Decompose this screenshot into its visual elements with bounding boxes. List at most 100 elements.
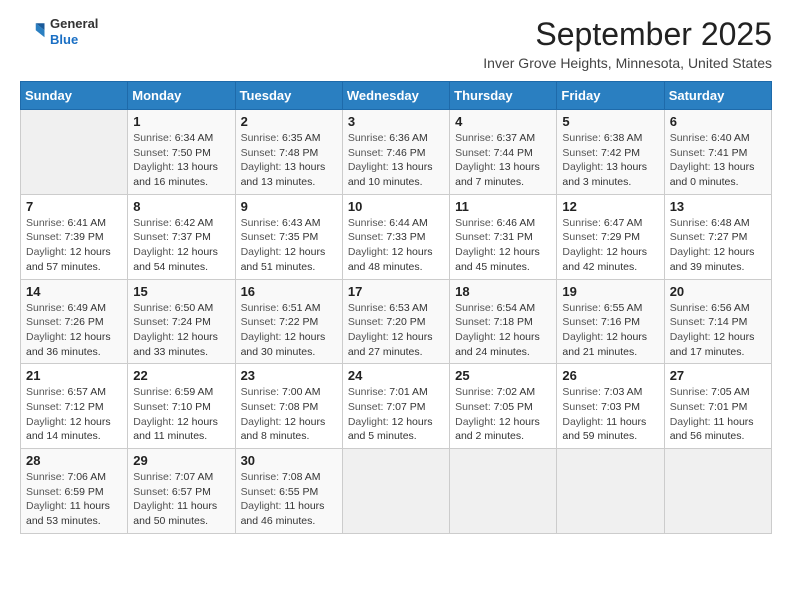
day-number: 27: [670, 368, 766, 383]
calendar-cell: 19 Sunrise: 6:55 AMSunset: 7:16 PMDayligh…: [557, 279, 664, 364]
day-info: Sunrise: 6:36 AMSunset: 7:46 PMDaylight:…: [348, 131, 444, 190]
calendar-cell: 25 Sunrise: 7:02 AMSunset: 7:05 PMDayligh…: [450, 364, 557, 449]
day-info: Sunrise: 7:01 AMSunset: 7:07 PMDaylight:…: [348, 385, 444, 444]
calendar-cell: 28 Sunrise: 7:06 AMSunset: 6:59 PMDayligh…: [21, 449, 128, 534]
day-info: Sunrise: 6:48 AMSunset: 7:27 PMDaylight:…: [670, 216, 766, 275]
calendar-cell: 29 Sunrise: 7:07 AMSunset: 6:57 PMDayligh…: [128, 449, 235, 534]
calendar-cell: 11 Sunrise: 6:46 AMSunset: 7:31 PMDayligh…: [450, 194, 557, 279]
calendar-cell: 12 Sunrise: 6:47 AMSunset: 7:29 PMDayligh…: [557, 194, 664, 279]
day-info: Sunrise: 6:56 AMSunset: 7:14 PMDaylight:…: [670, 301, 766, 360]
subtitle: Inver Grove Heights, Minnesota, United S…: [483, 55, 772, 71]
calendar-cell: 23 Sunrise: 7:00 AMSunset: 7:08 PMDayligh…: [235, 364, 342, 449]
day-number: 18: [455, 284, 551, 299]
title-block: September 2025 Inver Grove Heights, Minn…: [483, 16, 772, 71]
calendar-cell: 10Sunrise: 6:44 AMSunset: 7:33 PMDayligh…: [342, 194, 449, 279]
calendar-cell: 27 Sunrise: 7:05 AMSunset: 7:01 PMDayligh…: [664, 364, 771, 449]
calendar-cell: 15Sunrise: 6:50 AMSunset: 7:24 PMDayligh…: [128, 279, 235, 364]
day-info: Sunrise: 6:43 AMSunset: 7:35 PMDaylight:…: [241, 216, 337, 275]
main-title: September 2025: [483, 16, 772, 53]
day-info: Sunrise: 6:34 AMSunset: 7:50 PMDaylight:…: [133, 131, 229, 190]
day-number: 29: [133, 453, 229, 468]
day-number: 14: [26, 284, 122, 299]
calendar-cell: 3Sunrise: 6:36 AMSunset: 7:46 PMDaylight…: [342, 110, 449, 195]
day-number: 12: [562, 199, 658, 214]
day-number: 21: [26, 368, 122, 383]
day-info: Sunrise: 7:02 AMSunset: 7:05 PMDaylight:…: [455, 385, 551, 444]
logo-text: General Blue: [50, 16, 98, 47]
day-number: 7: [26, 199, 122, 214]
day-info: Sunrise: 6:38 AMSunset: 7:42 PMDaylight:…: [562, 131, 658, 190]
calendar-cell: 20 Sunrise: 6:56 AMSunset: 7:14 PMDayligh…: [664, 279, 771, 364]
calendar-cell: [557, 449, 664, 534]
day-header-sunday: Sunday: [21, 82, 128, 110]
calendar-cell: 9Sunrise: 6:43 AMSunset: 7:35 PMDaylight…: [235, 194, 342, 279]
day-number: 25: [455, 368, 551, 383]
day-info: Sunrise: 6:35 AMSunset: 7:48 PMDaylight:…: [241, 131, 337, 190]
calendar-week-5: 28 Sunrise: 7:06 AMSunset: 6:59 PMDayligh…: [21, 449, 772, 534]
calendar-cell: 13 Sunrise: 6:48 AMSunset: 7:27 PMDayligh…: [664, 194, 771, 279]
day-info: Sunrise: 6:46 AMSunset: 7:31 PMDaylight:…: [455, 216, 551, 275]
calendar-cell: 30 Sunrise: 7:08 AMSunset: 6:55 PMDayligh…: [235, 449, 342, 534]
day-info: Sunrise: 6:37 AMSunset: 7:44 PMDaylight:…: [455, 131, 551, 190]
day-number: 24: [348, 368, 444, 383]
calendar-cell: 5 Sunrise: 6:38 AMSunset: 7:42 PMDaylight…: [557, 110, 664, 195]
day-info: Sunrise: 6:59 AMSunset: 7:10 PMDaylight:…: [133, 385, 229, 444]
calendar-cell: 26Sunrise: 7:03 AMSunset: 7:03 PMDayligh…: [557, 364, 664, 449]
day-number: 13: [670, 199, 766, 214]
logo: General Blue: [20, 16, 98, 47]
calendar-cell: 8Sunrise: 6:42 AMSunset: 7:37 PMDaylight…: [128, 194, 235, 279]
day-number: 15: [133, 284, 229, 299]
calendar-cell: 4 Sunrise: 6:37 AMSunset: 7:44 PMDaylight…: [450, 110, 557, 195]
day-number: 17: [348, 284, 444, 299]
logo-icon: [20, 18, 48, 46]
day-number: 6: [670, 114, 766, 129]
calendar-cell: 22 Sunrise: 6:59 AMSunset: 7:10 PMDayligh…: [128, 364, 235, 449]
day-number: 1: [133, 114, 229, 129]
calendar-cell: [450, 449, 557, 534]
day-info: Sunrise: 7:05 AMSunset: 7:01 PMDaylight:…: [670, 385, 766, 444]
day-number: 22: [133, 368, 229, 383]
day-number: 16: [241, 284, 337, 299]
day-info: Sunrise: 6:47 AMSunset: 7:29 PMDaylight:…: [562, 216, 658, 275]
day-number: 5: [562, 114, 658, 129]
calendar-cell: [21, 110, 128, 195]
calendar-cell: 2 Sunrise: 6:35 AMSunset: 7:48 PMDaylight…: [235, 110, 342, 195]
day-info: Sunrise: 7:07 AMSunset: 6:57 PMDaylight:…: [133, 470, 229, 529]
day-number: 10: [348, 199, 444, 214]
calendar-week-4: 21 Sunrise: 6:57 AMSunset: 7:12 PMDayligh…: [21, 364, 772, 449]
calendar-cell: 7Sunrise: 6:41 AMSunset: 7:39 PMDaylight…: [21, 194, 128, 279]
calendar-cell: 24 Sunrise: 7:01 AMSunset: 7:07 PMDayligh…: [342, 364, 449, 449]
calendar-cell: [664, 449, 771, 534]
day-number: 2: [241, 114, 337, 129]
day-number: 28: [26, 453, 122, 468]
day-number: 23: [241, 368, 337, 383]
calendar-cell: 17 Sunrise: 6:53 AMSunset: 7:20 PMDayligh…: [342, 279, 449, 364]
day-header-saturday: Saturday: [664, 82, 771, 110]
day-number: 19: [562, 284, 658, 299]
day-info: Sunrise: 6:42 AMSunset: 7:37 PMDaylight:…: [133, 216, 229, 275]
calendar-cell: 18Sunrise: 6:54 AMSunset: 7:18 PMDayligh…: [450, 279, 557, 364]
day-info: Sunrise: 6:57 AMSunset: 7:12 PMDaylight:…: [26, 385, 122, 444]
day-info: Sunrise: 7:03 AMSunset: 7:03 PMDaylight:…: [562, 385, 658, 444]
calendar-week-2: 7Sunrise: 6:41 AMSunset: 7:39 PMDaylight…: [21, 194, 772, 279]
day-number: 20: [670, 284, 766, 299]
day-number: 30: [241, 453, 337, 468]
day-number: 11: [455, 199, 551, 214]
calendar-header-row: SundayMondayTuesdayWednesdayThursdayFrid…: [21, 82, 772, 110]
day-info: Sunrise: 6:40 AMSunset: 7:41 PMDaylight:…: [670, 131, 766, 190]
calendar-week-1: 1 Sunrise: 6:34 AMSunset: 7:50 PMDaylight…: [21, 110, 772, 195]
calendar-cell: 21 Sunrise: 6:57 AMSunset: 7:12 PMDayligh…: [21, 364, 128, 449]
calendar-cell: 16 Sunrise: 6:51 AMSunset: 7:22 PMDayligh…: [235, 279, 342, 364]
day-info: Sunrise: 6:49 AMSunset: 7:26 PMDaylight:…: [26, 301, 122, 360]
day-info: Sunrise: 6:51 AMSunset: 7:22 PMDaylight:…: [241, 301, 337, 360]
day-info: Sunrise: 7:08 AMSunset: 6:55 PMDaylight:…: [241, 470, 337, 529]
day-info: Sunrise: 7:06 AMSunset: 6:59 PMDaylight:…: [26, 470, 122, 529]
day-info: Sunrise: 6:55 AMSunset: 7:16 PMDaylight:…: [562, 301, 658, 360]
day-number: 4: [455, 114, 551, 129]
day-header-friday: Friday: [557, 82, 664, 110]
calendar-week-3: 14 Sunrise: 6:49 AMSunset: 7:26 PMDayligh…: [21, 279, 772, 364]
calendar-table: SundayMondayTuesdayWednesdayThursdayFrid…: [20, 81, 772, 534]
day-info: Sunrise: 7:00 AMSunset: 7:08 PMDaylight:…: [241, 385, 337, 444]
day-info: Sunrise: 6:53 AMSunset: 7:20 PMDaylight:…: [348, 301, 444, 360]
calendar-cell: [342, 449, 449, 534]
